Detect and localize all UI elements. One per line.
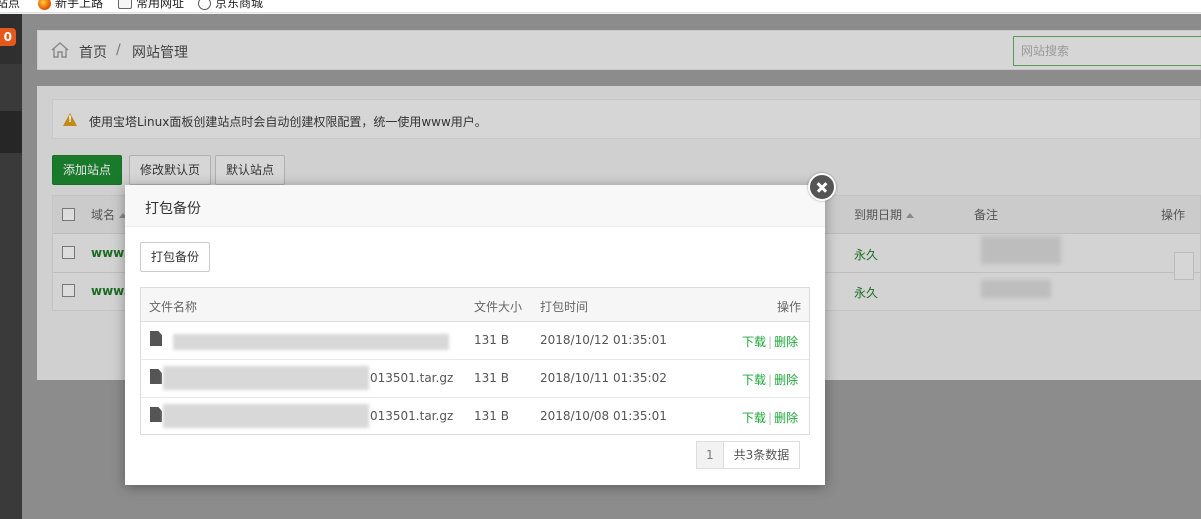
download-link[interactable]: 下载: [742, 411, 766, 425]
backup-time: 2018/10/08 01:35:01: [540, 409, 667, 423]
column-header-time: 打包时间: [540, 300, 589, 314]
folder-icon: [118, 0, 132, 9]
column-header-filename: 文件名称: [149, 300, 198, 314]
table-row: 131 B 2018/10/12 01:35:01 下载 | 删除: [141, 322, 809, 360]
total-count: 共3条数据: [723, 442, 800, 468]
file-name: 013501.tar.gz: [370, 409, 454, 423]
table-row: 013501.tar.gz 131 B 2018/10/08 01:35:01 …: [141, 398, 809, 436]
sidebar-item-active[interactable]: [0, 111, 22, 153]
backup-time: 2018/10/12 01:35:01: [540, 333, 667, 347]
page-number[interactable]: 1: [697, 442, 724, 468]
breadcrumb-current: 网站管理: [132, 45, 188, 61]
pagination: 1 共3条数据: [696, 441, 801, 469]
backup-table: 文件名称 文件大小 打包时间 操作 131 B 2018/10/12 01:35…: [140, 287, 810, 435]
bookmark-sites[interactable]: 站点: [0, 0, 20, 12]
add-site-button[interactable]: 添加站点: [52, 155, 123, 185]
breadcrumb: 首页 / 网站管理: [37, 30, 1201, 70]
bookmark-label: 新手上路: [55, 0, 104, 10]
redacted-remark: [981, 236, 1061, 264]
download-link[interactable]: 下载: [742, 373, 766, 387]
pager-stub: [1174, 252, 1194, 280]
file-size: 131 B: [474, 409, 509, 423]
notice-box: ! 使用宝塔Linux面板创建站点时会自动创建权限配置，统一使用www用户。: [52, 99, 1201, 139]
backup-modal: 打包备份 打包备份 文件名称 文件大小 打包时间 操作 131 B 2018/1…: [125, 185, 825, 485]
sort-icon: [906, 213, 915, 218]
site-expire[interactable]: 永久: [854, 246, 878, 263]
column-header-actions: 操作: [1161, 208, 1186, 222]
site-expire[interactable]: 永久: [854, 284, 878, 301]
redacted-filename: [163, 404, 369, 428]
default-site-button[interactable]: 默认站点: [215, 155, 286, 185]
create-backup-button[interactable]: 打包备份: [140, 242, 211, 272]
delete-link[interactable]: 删除: [774, 411, 798, 425]
download-link[interactable]: 下载: [742, 335, 766, 349]
select-all-checkbox[interactable]: [62, 208, 75, 221]
column-header-size: 文件大小: [474, 300, 523, 314]
backup-time: 2018/10/11 01:35:02: [540, 371, 667, 385]
globe-icon: [198, 0, 211, 10]
file-icon: [150, 331, 162, 346]
file-size: 131 B: [474, 371, 509, 385]
delete-link[interactable]: 删除: [774, 335, 798, 349]
firefox-icon: [38, 0, 51, 10]
bookmark-label: 站点: [0, 0, 21, 10]
row-checkbox[interactable]: [62, 284, 75, 297]
column-header-domain[interactable]: 域名: [91, 196, 128, 234]
table-row: 013501.tar.gz 131 B 2018/10/11 01:35:02 …: [141, 360, 809, 398]
row-actions: 下载 | 删除: [742, 335, 799, 349]
file-name: 013501.tar.gz: [370, 371, 454, 385]
modal-title: 打包备份: [145, 201, 201, 217]
delete-link[interactable]: 删除: [774, 373, 798, 387]
redacted-filename: [173, 334, 449, 350]
bookmark-jd[interactable]: 京东商城: [198, 0, 263, 12]
column-header-remark: 备注: [974, 208, 999, 222]
bookmark-newbie[interactable]: 新手上路: [38, 0, 103, 12]
bookmark-label: 京东商城: [215, 0, 264, 10]
redacted-filename: [163, 366, 369, 390]
sidebar-header: 0: [0, 14, 22, 64]
close-icon[interactable]: [808, 173, 836, 201]
left-sidebar: 0: [0, 14, 22, 519]
file-icon: [150, 407, 162, 422]
backup-table-header: 文件名称 文件大小 打包时间 操作: [141, 288, 809, 322]
column-header-expire[interactable]: 到期日期: [854, 196, 915, 234]
bookmark-common-sites[interactable]: 常用网址: [118, 0, 184, 12]
bookmarks-bar: 站点 新手上路 常用网址 京东商城: [0, 0, 1201, 13]
home-icon[interactable]: [50, 41, 70, 59]
edit-default-page-button[interactable]: 修改默认页: [129, 155, 212, 185]
breadcrumb-home[interactable]: 首页: [79, 42, 107, 62]
modal-header: 打包备份: [125, 185, 825, 227]
redacted-remark: [981, 280, 1051, 298]
notice-text: 使用宝塔Linux面板创建站点时会自动创建权限配置，统一使用www用户。: [89, 115, 487, 129]
row-actions: 下载 | 删除: [742, 373, 799, 387]
breadcrumb-separator: /: [116, 42, 121, 58]
bookmark-label: 常用网址: [136, 0, 185, 10]
column-header-actions: 操作: [777, 300, 802, 314]
file-size: 131 B: [474, 333, 509, 347]
row-checkbox[interactable]: [62, 246, 75, 259]
file-icon: [150, 369, 162, 384]
row-actions: 下载 | 删除: [742, 411, 799, 425]
notification-badge[interactable]: 0: [0, 28, 16, 46]
search-input[interactable]: [1013, 36, 1201, 66]
